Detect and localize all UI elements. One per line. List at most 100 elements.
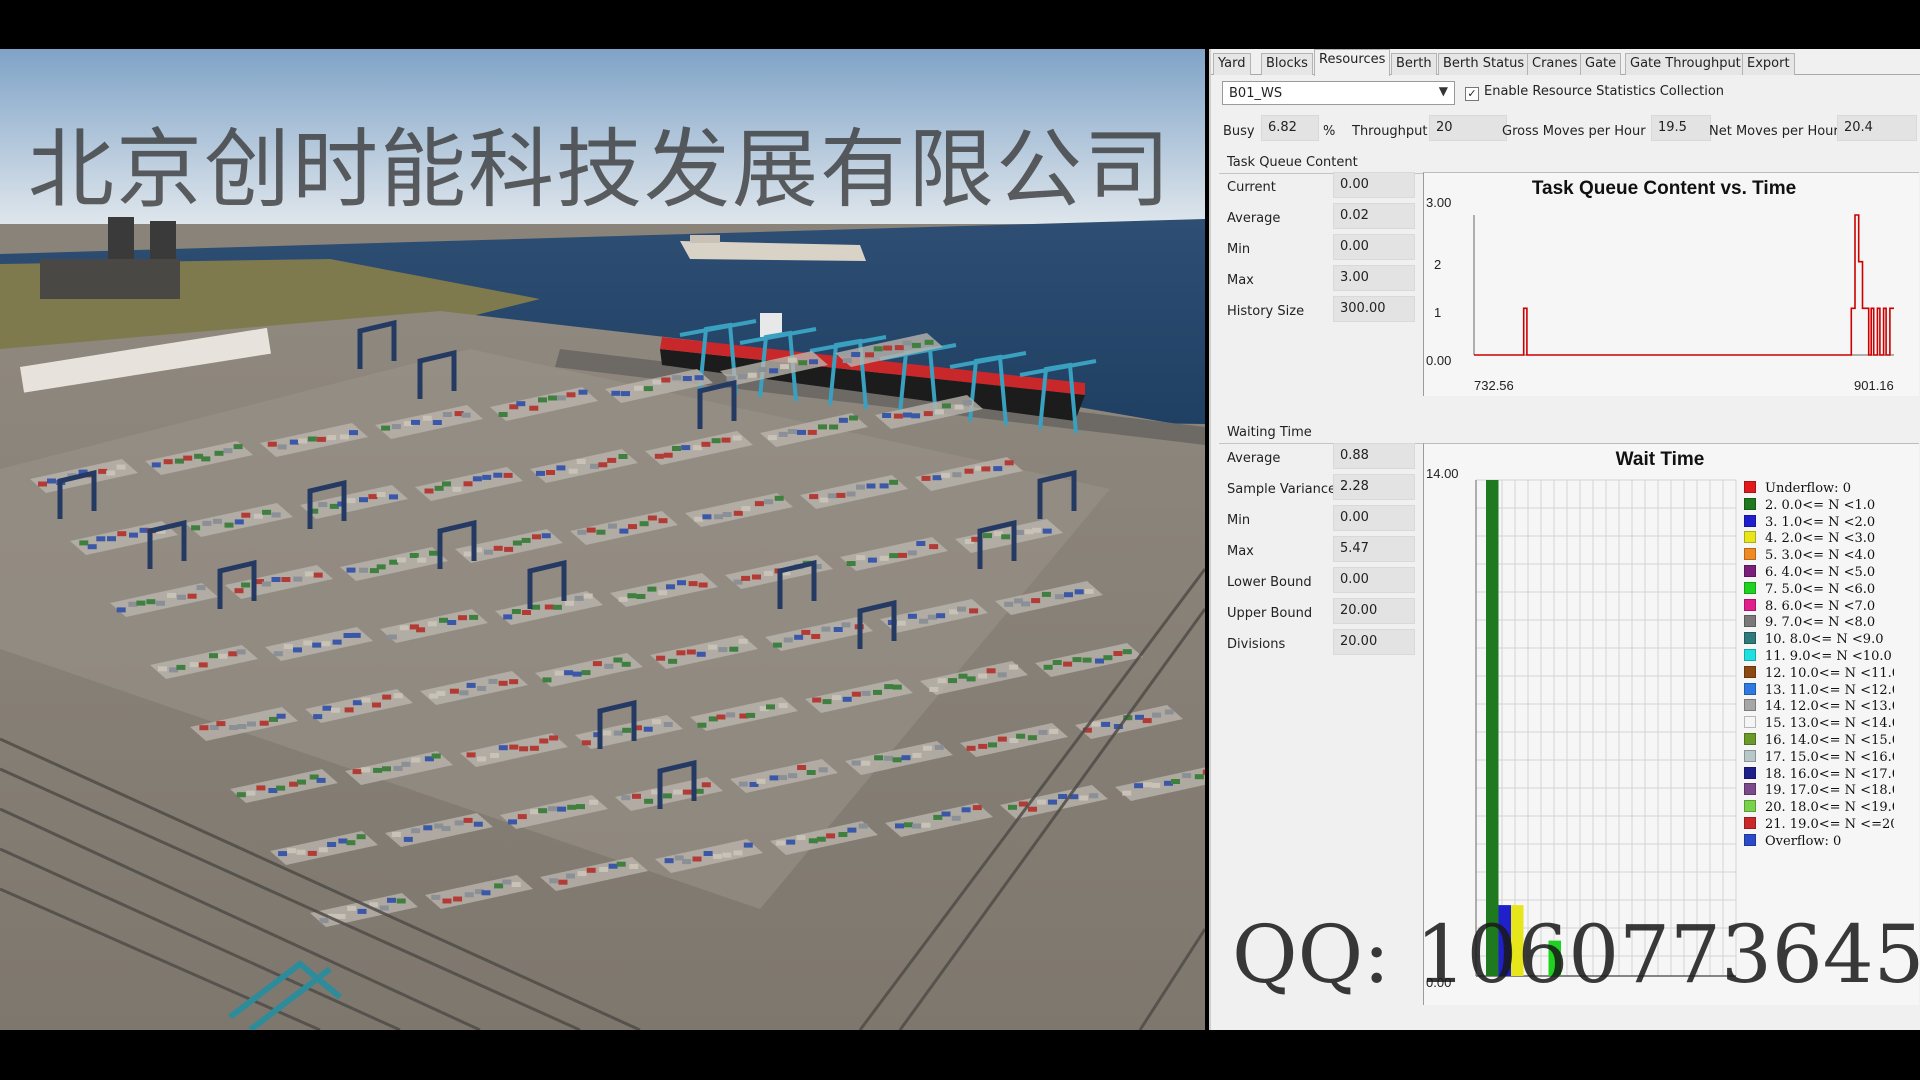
stat-field-lower-bound[interactable]: 0.00 — [1333, 567, 1415, 593]
histogram-bar — [1486, 480, 1499, 976]
stat-field-average[interactable]: 0.88 — [1333, 443, 1415, 469]
legend-swatch — [1744, 833, 1756, 846]
stat-label-average: Average — [1227, 451, 1281, 466]
legend-swatch — [1744, 514, 1756, 527]
stat-field-average[interactable]: 0.02 — [1333, 203, 1415, 229]
stat-label-min: Min — [1227, 242, 1251, 257]
3d-port-viewport[interactable]: 北京创时能科技发展有限公司 — [0, 49, 1205, 1030]
tab-gate-throughput[interactable]: Gate Throughput — [1625, 53, 1746, 75]
legend-swatch — [1744, 531, 1756, 544]
stat-field-upper-bound[interactable]: 20.00 — [1333, 598, 1415, 624]
stat-field-min[interactable]: 0.00 — [1333, 505, 1415, 531]
legend-swatch — [1744, 648, 1756, 661]
stat-field-current[interactable]: 0.00 — [1333, 172, 1415, 198]
task-queue-chart-svg: Task Queue Content vs. Time 3.00 2 1 0.0… — [1426, 178, 1894, 393]
legend-item: Underflow: 0 — [1744, 481, 1894, 498]
legend-item: 8. 6.0<= N <7.0 — [1744, 598, 1894, 616]
tab-blocks[interactable]: Blocks — [1261, 53, 1313, 75]
stat-label-lower-bound: Lower Bound — [1227, 575, 1312, 590]
stat-field-max[interactable]: 3.00 — [1333, 265, 1415, 291]
legend-item: 18. 16.0<= N <17.0 — [1744, 766, 1894, 784]
stat-label-history-size: History Size — [1227, 304, 1305, 319]
tab-bar: Yard Blocks Resources Berth Berth Status… — [1211, 49, 1920, 76]
legend-label: 20. 18.0<= N <19.0 — [1765, 800, 1894, 816]
legend-swatch — [1744, 816, 1756, 829]
legend-label: 11. 9.0<= N <10.0 — [1765, 648, 1892, 664]
tab-resources[interactable]: Resources — [1314, 49, 1391, 76]
net-moves-field[interactable]: 20.4 — [1837, 115, 1917, 141]
legend-item: 16. 14.0<= N <15.0 — [1744, 732, 1894, 750]
legend-swatch — [1744, 615, 1756, 628]
busy-unit: % — [1323, 124, 1336, 139]
stat-field-sample-variance[interactable]: 2.28 — [1333, 474, 1415, 500]
legend-swatch — [1744, 481, 1756, 493]
stat-label-divisions: Divisions — [1227, 637, 1286, 652]
legend-swatch — [1744, 497, 1756, 510]
watermark-company: 北京创时能科技发展有限公司 — [28, 120, 1172, 220]
throughput-field[interactable]: 20 — [1429, 115, 1507, 141]
legend-swatch — [1744, 564, 1756, 577]
tab-berth[interactable]: Berth — [1391, 53, 1437, 75]
task-queue-chart: Task Queue Content vs. Time 3.00 2 1 0.0… — [1423, 172, 1919, 396]
resource-select[interactable]: B01_WS ▼ — [1222, 81, 1455, 105]
tab-export[interactable]: Export — [1742, 53, 1795, 75]
stat-field-divisions[interactable]: 20.00 — [1333, 629, 1415, 655]
stat-label-max: Max — [1227, 544, 1254, 559]
legend-item: 12. 10.0<= N <11.0 — [1744, 665, 1894, 683]
stat-label-max: Max — [1227, 273, 1254, 288]
stat-field-history-size[interactable]: 300.00 — [1333, 296, 1415, 322]
tab-cranes[interactable]: Cranes — [1527, 53, 1583, 75]
enable-stats-checkbox[interactable]: ✓ Enable Resource Statistics Collection — [1465, 84, 1724, 101]
throughput-label: Throughput — [1352, 124, 1428, 139]
chart-grid — [1475, 479, 1737, 976]
y-tick-label: 2 — [1434, 257, 1441, 272]
legend-label: 17. 15.0<= N <16.0 — [1765, 749, 1894, 765]
legend-item: 10. 8.0<= N <9.0 — [1744, 632, 1894, 649]
legend-item: 9. 7.0<= N <8.0 — [1744, 615, 1894, 632]
legend-swatch — [1744, 581, 1756, 594]
legend-label: 12. 10.0<= N <11.0 — [1765, 665, 1894, 681]
legend-label: 14. 12.0<= N <13.0 — [1765, 699, 1894, 715]
legend-item: 5. 3.0<= N <4.0 — [1744, 548, 1894, 565]
legend-label: 21. 19.0<= N <=20.0 — [1765, 816, 1894, 832]
legend-item: 3. 1.0<= N <2.0 — [1744, 514, 1894, 532]
busy-field[interactable]: 6.82 — [1261, 115, 1319, 141]
legend-label: 7. 5.0<= N <6.0 — [1765, 581, 1876, 597]
legend-swatch — [1744, 548, 1756, 561]
tab-berth-status[interactable]: Berth Status — [1438, 53, 1530, 75]
legend-label: Underflow: 0 — [1765, 481, 1851, 496]
legend-item: 13. 11.0<= N <12.0 — [1744, 682, 1894, 700]
legend-swatch — [1744, 783, 1756, 796]
gross-moves-field[interactable]: 19.5 — [1651, 115, 1711, 141]
y-tick-label: 0.00 — [1426, 353, 1451, 368]
enable-stats-label: Enable Resource Statistics Collection — [1484, 84, 1725, 99]
legend-item: 20. 18.0<= N <19.0 — [1744, 800, 1894, 817]
busy-label: Busy — [1223, 124, 1255, 139]
legend-label: 6. 4.0<= N <5.0 — [1765, 564, 1876, 580]
stat-label-average: Average — [1227, 211, 1281, 226]
checkmark-icon[interactable]: ✓ — [1465, 87, 1479, 101]
tab-yard[interactable]: Yard — [1213, 53, 1251, 75]
stat-label-min: Min — [1227, 513, 1251, 528]
stat-field-min[interactable]: 0.00 — [1333, 234, 1415, 260]
stat-label-sample-variance: Sample Variance — [1227, 482, 1337, 497]
queue-content-series-line — [1474, 214, 1894, 356]
histogram-bars — [1486, 480, 1561, 976]
y-tick-label: 1 — [1434, 305, 1441, 320]
legend-swatch — [1744, 800, 1756, 813]
legend-item: 17. 15.0<= N <16.0 — [1744, 749, 1894, 767]
legend-item: 4. 2.0<= N <3.0 — [1744, 531, 1894, 548]
legend-item: Overflow: 0 — [1744, 833, 1894, 851]
x-tick-label: 732.56 — [1474, 378, 1514, 393]
legend-label: 13. 11.0<= N <12.0 — [1765, 682, 1894, 698]
legend-item: 2. 0.0<= N <1.0 — [1744, 497, 1894, 515]
stat-field-max[interactable]: 5.47 — [1333, 536, 1415, 562]
legend-item: 19. 17.0<= N <18.0 — [1744, 783, 1894, 800]
tab-gate[interactable]: Gate — [1580, 53, 1622, 75]
legend-swatch — [1744, 598, 1756, 611]
legend-item: 7. 5.0<= N <6.0 — [1744, 581, 1894, 599]
net-moves-label: Net Moves per Hour — [1709, 124, 1839, 139]
legend-item: 6. 4.0<= N <5.0 — [1744, 564, 1894, 582]
legend-swatch — [1744, 749, 1756, 762]
legend-label: 19. 17.0<= N <18.0 — [1765, 783, 1894, 799]
